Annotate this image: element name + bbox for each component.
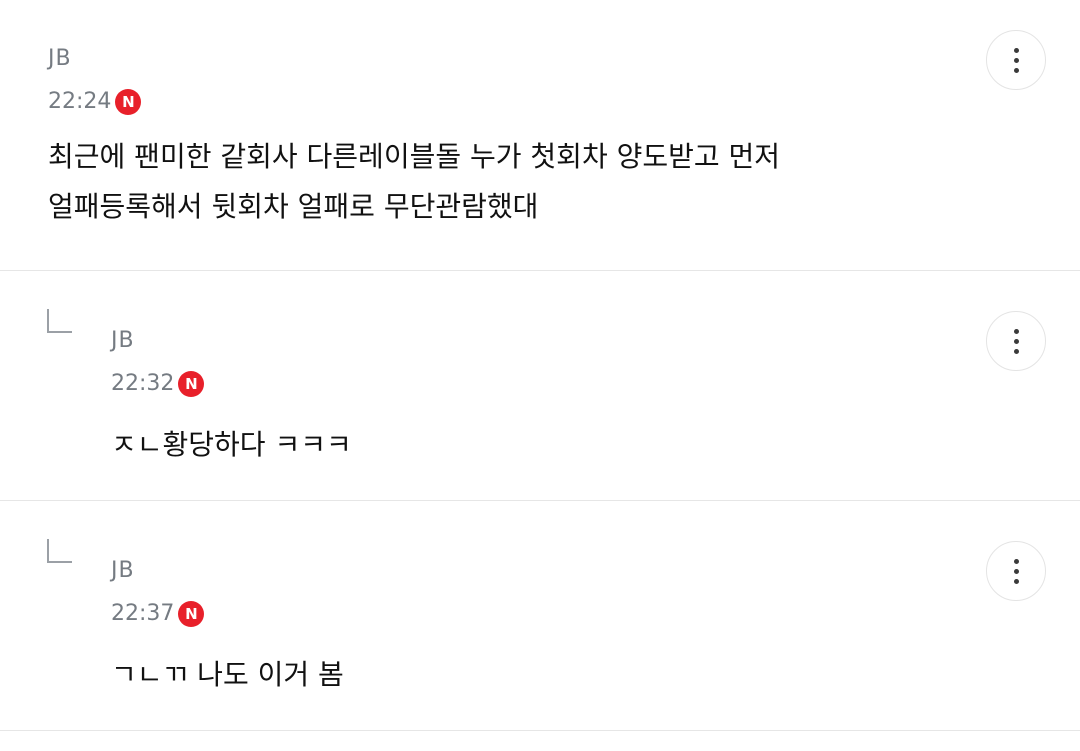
comment-author: JB bbox=[48, 46, 72, 71]
more-vertical-icon bbox=[1013, 47, 1019, 53]
reply-text: ㄱㄴㄲ 나도 이거 봄 bbox=[111, 658, 344, 691]
new-badge-icon: N bbox=[178, 601, 205, 627]
reply-meta: 22:37 N bbox=[111, 600, 1080, 628]
new-badge-icon: N bbox=[178, 371, 205, 397]
reply-time: 22:37 bbox=[111, 601, 175, 626]
comment-meta: 22:24 N bbox=[48, 88, 1080, 116]
comment-item: JB 22:24 N 최근에 팬미한 같회사 다른레이블돌 누가 첫회차 양도받… bbox=[0, 0, 1080, 271]
more-options-button[interactable] bbox=[986, 311, 1046, 371]
reply-item: JB 22:32 N ㅈㄴ황당하다 ㅋㅋㅋ bbox=[0, 271, 1080, 501]
reply-arrow-icon bbox=[47, 309, 72, 333]
comment-time: 22:24 bbox=[48, 89, 112, 114]
more-options-button[interactable] bbox=[986, 541, 1046, 601]
more-options-button[interactable] bbox=[986, 30, 1046, 90]
more-vertical-icon bbox=[1013, 558, 1019, 564]
comment-text: 최근에 팬미한 같회사 다른레이블돌 누가 첫회차 양도받고 먼저 얼패등록해서… bbox=[48, 140, 781, 223]
reply-text: ㅈㄴ황당하다 ㅋㅋㅋ bbox=[111, 428, 352, 461]
reply-time: 22:32 bbox=[111, 371, 175, 396]
reply-author: JB bbox=[111, 558, 135, 583]
comment-list: JB 22:24 N 최근에 팬미한 같회사 다른레이블돌 누가 첫회차 양도받… bbox=[0, 0, 1080, 731]
reply-meta: 22:32 N bbox=[111, 370, 1080, 398]
reply-item: JB 22:37 N ㄱㄴㄲ 나도 이거 봄 bbox=[0, 501, 1080, 731]
reply-arrow-icon bbox=[47, 539, 72, 563]
more-vertical-icon bbox=[1013, 328, 1019, 334]
reply-author: JB bbox=[111, 328, 135, 353]
new-badge-icon: N bbox=[115, 89, 142, 115]
